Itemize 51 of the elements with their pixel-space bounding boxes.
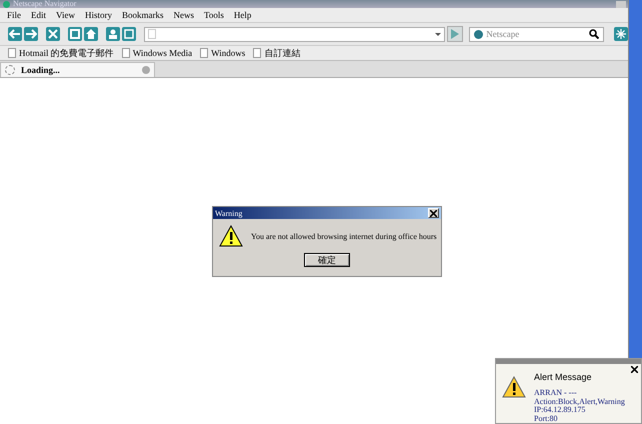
page-icon [8,48,16,58]
menu-item[interactable]: Tools [204,10,224,20]
window-button[interactable] [122,27,136,41]
alert-detail: ARRAN - --- [534,389,578,398]
window-title: Netscape Navigator [13,0,78,8]
app-icon [3,0,10,8]
menu-item[interactable]: News [173,10,194,20]
menu-item[interactable]: Bookmarks [122,10,164,20]
warning-icon [502,376,526,398]
bookmark-link[interactable]: Windows Media [132,48,192,58]
page-icon [253,48,262,58]
alert-detail: Port:80 [534,414,559,423]
warning-icon [219,225,243,247]
alert-title: Alert Message [534,372,593,382]
loading-icon [5,65,15,75]
menu-item[interactable]: History [84,10,112,20]
bookmark-link[interactable]: Windows [211,48,246,58]
ok-button[interactable]: 確定 [304,253,350,267]
play-icon [451,29,460,39]
tab[interactable]: Loading... [0,62,155,77]
menu-item[interactable]: View [56,10,75,20]
bookmark-link[interactable]: Hotmail 的免費電子郵件 [19,46,114,60]
forward-button[interactable] [24,27,38,41]
go-button[interactable] [447,26,464,42]
page-icon [122,48,130,58]
stop-button[interactable] [46,27,60,41]
alert-detail: IP:64.12.89.175 [534,406,586,414]
tab-label: Loading... [21,65,61,75]
search-icon [588,29,599,39]
tab-close-icon[interactable] [142,66,150,74]
menu-item[interactable]: Help [234,10,252,20]
minimize-button[interactable] [616,0,626,8]
dialog-message: You are not allowed browsing internet during office hours [251,232,437,240]
person-button[interactable] [106,27,120,41]
dropdown-arrow-icon[interactable] [435,32,442,38]
popup-grip[interactable] [496,359,641,364]
reload-button[interactable] [68,27,82,41]
close-button[interactable] [631,365,638,372]
page-icon [148,29,156,39]
home-button[interactable] [84,27,98,41]
search-field[interactable]: Netscape [469,26,604,42]
snowflake-button[interactable] [614,27,628,41]
menu-item[interactable]: File [7,10,22,20]
menu-item[interactable]: Edit [31,10,46,20]
back-button[interactable] [8,27,22,41]
address-field[interactable] [144,26,446,42]
alert-detail: Action:Block,Alert,Warning [534,398,626,406]
globe-icon [474,30,484,38]
bookmark-link[interactable]: 自訂連結 [264,46,300,60]
page-icon [200,48,208,58]
dialog-title: Warning [215,208,242,218]
